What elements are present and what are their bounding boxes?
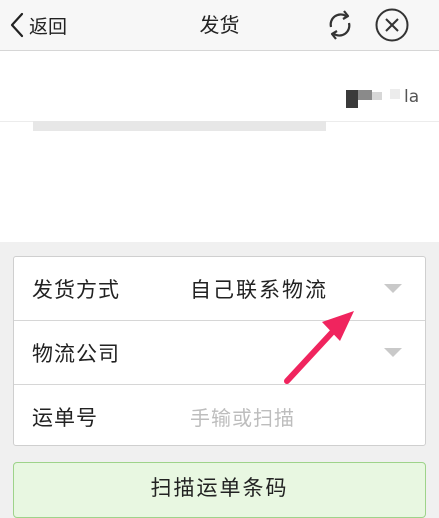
refresh-icon [329,10,351,40]
pixelated-block [346,90,358,108]
shipping-method-label: 发货方式 [32,277,120,302]
close-button[interactable] [374,7,410,43]
shipping-method-row[interactable]: 发货方式 自己联系物流 [14,257,425,320]
pixelated-block [372,92,382,100]
tracking-number-label: 运单号 [32,405,98,430]
dropdown-triangle-icon [384,284,402,293]
close-icon [375,8,409,42]
navigation-bar: 返回 发货 [0,0,439,51]
blurred-text-bar [33,121,326,131]
dropdown-triangle-icon [384,348,402,357]
refresh-button[interactable] [322,7,358,43]
shipping-method-value: 自己联系物流 [190,277,328,302]
logistics-company-row[interactable]: 物流公司 [14,321,425,384]
tracking-number-row[interactable]: 运单号 手输或扫描 [14,385,425,448]
section-gap [0,242,439,255]
scan-barcode-button[interactable]: 扫描运单条码 [13,462,426,518]
tracking-number-input[interactable]: 手输或扫描 [190,402,295,431]
shipping-form: 发货方式 自己联系物流 物流公司 运单号 手输或扫描 [13,256,426,446]
order-info-panel: la [0,51,439,242]
logistics-company-label: 物流公司 [32,341,120,366]
partial-text: la [404,87,420,107]
pixelated-block [358,90,372,100]
pixelated-block [390,89,400,99]
